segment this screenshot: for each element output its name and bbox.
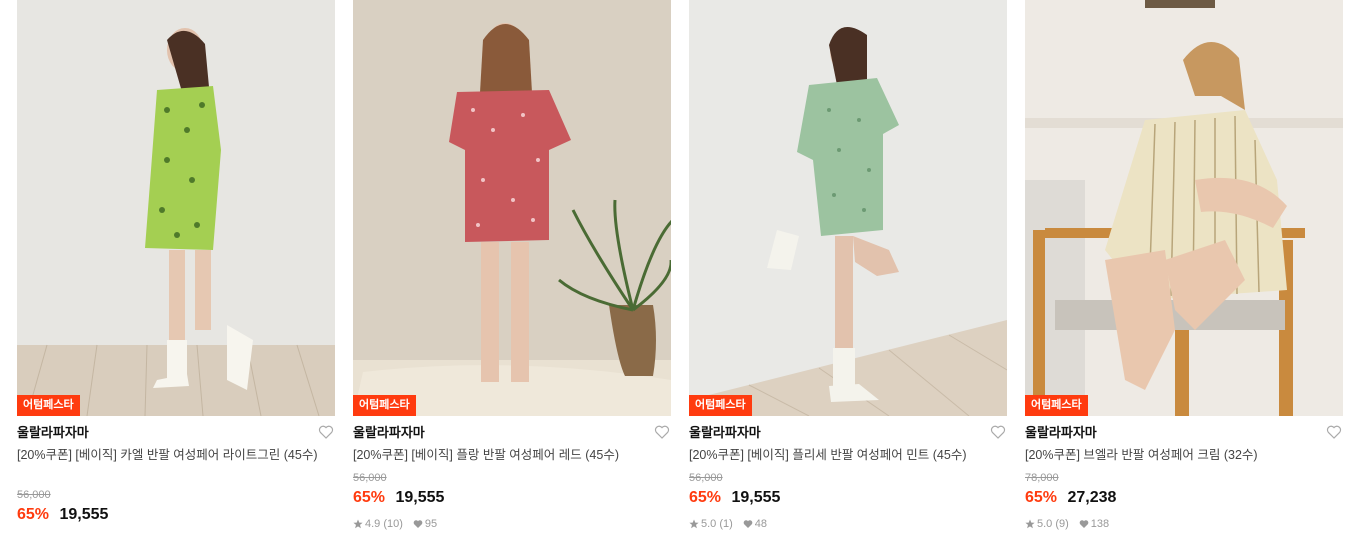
product-photo: [353, 0, 671, 416]
star-icon: [689, 519, 699, 529]
sale-price: 19,555: [59, 506, 109, 523]
review-meta: 5.0 (9) 138: [1025, 517, 1343, 531]
product-image[interactable]: 어텀페스타: [1025, 0, 1343, 416]
review-meta: 4.9 (10) 95: [353, 517, 671, 531]
rating-text: 4.9 (10): [365, 518, 403, 530]
discount-rate: 65%: [17, 506, 50, 523]
like-count: 138: [1090, 518, 1110, 530]
product-card[interactable]: 어텀페스타 울랄라파자마 [20%쿠폰] [베이직] 플리세 반팔 여성페어 민…: [689, 0, 1007, 547]
product-photo: [1025, 0, 1343, 416]
brand-name[interactable]: 울랄라파자마: [1025, 424, 1343, 442]
rating-text: 5.0 (9): [1037, 518, 1069, 530]
heart-filled-icon: [413, 519, 423, 529]
product-photo: [17, 0, 335, 416]
brand-name[interactable]: 울랄라파자마: [689, 424, 1007, 442]
like-count: 48: [754, 518, 768, 530]
heart-icon[interactable]: [1326, 424, 1342, 440]
sale-price: 27,238: [1067, 489, 1117, 506]
original-price: 56,000: [689, 472, 723, 484]
original-price: 56,000: [353, 472, 387, 484]
product-card[interactable]: 어텀페스타 울랄라파자마 [20%쿠폰] [베이직] 카엘 반팔 여성페어 라이…: [17, 0, 335, 547]
like-count: 95: [424, 518, 438, 530]
promo-badge: 어텀페스타: [353, 395, 416, 416]
product-image[interactable]: 어텀페스타: [689, 0, 1007, 416]
product-card[interactable]: 어텀페스타 울랄라파자마 [20%쿠폰] 브엘라 반팔 여성페어 크림 (32수…: [1025, 0, 1343, 547]
promo-badge: 어텀페스타: [689, 395, 752, 416]
discount-rate: 65%: [689, 489, 722, 506]
star-icon: [353, 519, 363, 529]
discount-rate: 65%: [1025, 489, 1058, 506]
promo-badge: 어텀페스타: [17, 395, 80, 416]
product-card[interactable]: 어텀페스타 울랄라파자마 [20%쿠폰] [베이직] 플랑 반팔 여성페어 레드…: [353, 0, 671, 547]
rating-text: 5.0 (1): [701, 518, 733, 530]
product-title[interactable]: [20%쿠폰] [베이직] 플랑 반팔 여성페어 레드 (45수): [353, 446, 671, 465]
review-meta: 5.0 (1) 48: [689, 517, 1007, 531]
heart-filled-icon: [743, 519, 753, 529]
brand-name[interactable]: 울랄라파자마: [353, 424, 671, 442]
product-image[interactable]: 어텀페스타: [353, 0, 671, 416]
discount-rate: 65%: [353, 489, 386, 506]
star-icon: [1025, 519, 1035, 529]
heart-icon[interactable]: [654, 424, 670, 440]
product-photo: [689, 0, 1007, 416]
heart-filled-icon: [1079, 519, 1089, 529]
product-title[interactable]: [20%쿠폰] [베이직] 플리세 반팔 여성페어 민트 (45수): [689, 446, 1007, 465]
original-price: 78,000: [1025, 472, 1059, 484]
product-title[interactable]: [20%쿠폰] 브엘라 반팔 여성페어 크림 (32수): [1025, 446, 1343, 465]
original-price: 56,000: [17, 489, 51, 501]
sale-price: 19,555: [731, 489, 781, 506]
product-title[interactable]: [20%쿠폰] [베이직] 카엘 반팔 여성페어 라이트그린 (45수): [17, 446, 335, 484]
brand-name[interactable]: 울랄라파자마: [17, 424, 335, 442]
promo-badge: 어텀페스타: [1025, 395, 1088, 416]
heart-icon[interactable]: [318, 424, 334, 440]
heart-icon[interactable]: [990, 424, 1006, 440]
product-image[interactable]: 어텀페스타: [17, 0, 335, 416]
sale-price: 19,555: [395, 489, 445, 506]
